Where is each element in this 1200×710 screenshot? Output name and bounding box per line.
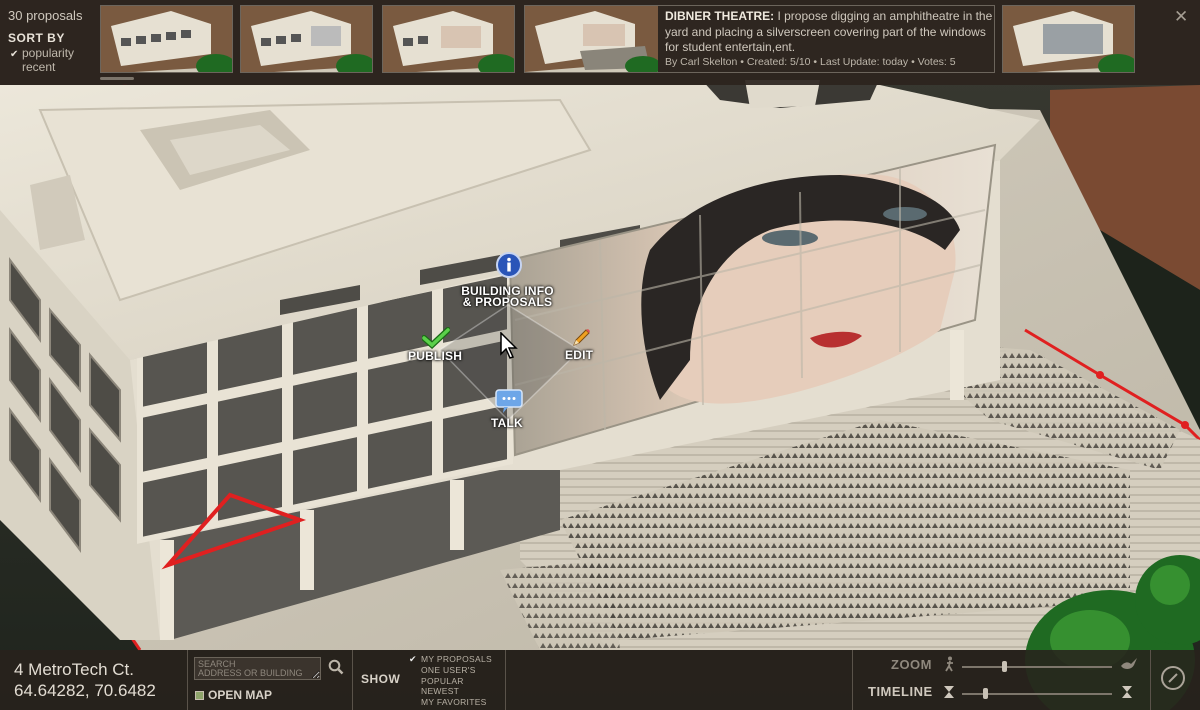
talk-label[interactable]: TALK xyxy=(491,417,523,429)
thumbnail-scrollbar[interactable] xyxy=(100,77,134,80)
selected-proposal[interactable]: DIBNER THEATRE: I propose digging an amp… xyxy=(524,5,995,73)
edit-label[interactable]: EDIT xyxy=(565,349,593,361)
open-map-button[interactable]: OPEN MAP xyxy=(195,688,272,702)
walking-person-icon xyxy=(945,656,953,672)
proposal-description: DIBNER THEATRE: I propose digging an amp… xyxy=(665,9,993,56)
show-option-popular[interactable]: POPULAR xyxy=(421,676,464,686)
compass-icon[interactable] xyxy=(1161,666,1185,690)
search-input[interactable] xyxy=(194,657,321,680)
timeline-label: TIMELINE xyxy=(868,684,933,699)
sort-option-popularity[interactable]: ✔ popularity xyxy=(10,46,74,60)
info-icon[interactable] xyxy=(496,252,522,278)
divider xyxy=(852,650,853,710)
show-option-my-favorites[interactable]: MY FAVORITES xyxy=(421,697,487,707)
proposal-meta: By Carl Skelton • Created: 5/10 • Last U… xyxy=(665,56,956,68)
checkmark-icon[interactable] xyxy=(421,327,451,350)
building-3d-view[interactable] xyxy=(0,0,1200,710)
open-map-label: OPEN MAP xyxy=(208,688,273,702)
proposal-thumbnail[interactable] xyxy=(382,5,515,73)
speech-bubble-icon[interactable] xyxy=(494,388,524,414)
show-option-one-users[interactable]: ONE USER'S xyxy=(421,665,476,675)
proposal-thumbnail[interactable] xyxy=(1002,5,1135,73)
zoom-slider-knob[interactable] xyxy=(1002,661,1007,672)
proposal-count: 30 proposals xyxy=(8,8,83,23)
sort-option-label: popularity xyxy=(22,46,75,60)
show-label: SHOW xyxy=(361,672,401,686)
address-line: 4 MetroTech Ct. xyxy=(14,660,134,679)
search-icon[interactable] xyxy=(328,659,344,675)
mouse-cursor-icon xyxy=(500,332,518,359)
sort-by-title: SORT BY xyxy=(8,31,65,45)
proposals-bar: 30 proposals SORT BY ✔ popularity recent … xyxy=(0,0,1200,85)
timeline-slider-knob[interactable] xyxy=(983,688,988,699)
app-window: BUILDING INFO & PROPOSALS PUBLISH EDIT T… xyxy=(0,0,1200,710)
divider xyxy=(505,650,506,710)
hourglass-end-icon xyxy=(1122,686,1132,698)
bottom-toolbar: 4 MetroTech Ct. 64.64282, 70.6482 OPEN M… xyxy=(0,650,1200,710)
sort-option-recent[interactable]: recent xyxy=(22,60,55,74)
divider xyxy=(187,650,188,710)
map-icon xyxy=(195,691,204,700)
publish-label[interactable]: PUBLISH xyxy=(408,350,462,362)
bird-icon xyxy=(1121,658,1137,669)
zoom-slider[interactable] xyxy=(962,666,1112,668)
building-info-label-line2: & PROPOSALS xyxy=(462,295,553,309)
close-icon[interactable]: ✕ xyxy=(1174,7,1188,27)
hourglass-start-icon xyxy=(944,686,954,698)
pencil-icon[interactable] xyxy=(570,327,592,349)
divider xyxy=(352,650,353,710)
checkmark-icon: ✔ xyxy=(10,49,19,60)
building-info-label[interactable]: BUILDING INFO & PROPOSALS xyxy=(455,285,560,309)
show-option-newest[interactable]: NEWEST xyxy=(421,686,459,696)
show-option-label: MY PROPOSALS xyxy=(421,654,492,664)
checkmark-icon: ✔ xyxy=(409,654,417,664)
proposal-thumbnail[interactable] xyxy=(100,5,233,73)
show-option-my-proposals[interactable]: ✔ MY PROPOSALS xyxy=(409,654,492,664)
proposal-title: DIBNER THEATRE: xyxy=(665,9,775,23)
divider xyxy=(1150,650,1151,710)
proposal-thumbnail[interactable] xyxy=(240,5,373,73)
zoom-label: ZOOM xyxy=(891,657,932,672)
proposal-thumbnail xyxy=(525,6,658,72)
coordinates: 64.64282, 70.6482 xyxy=(14,681,156,700)
